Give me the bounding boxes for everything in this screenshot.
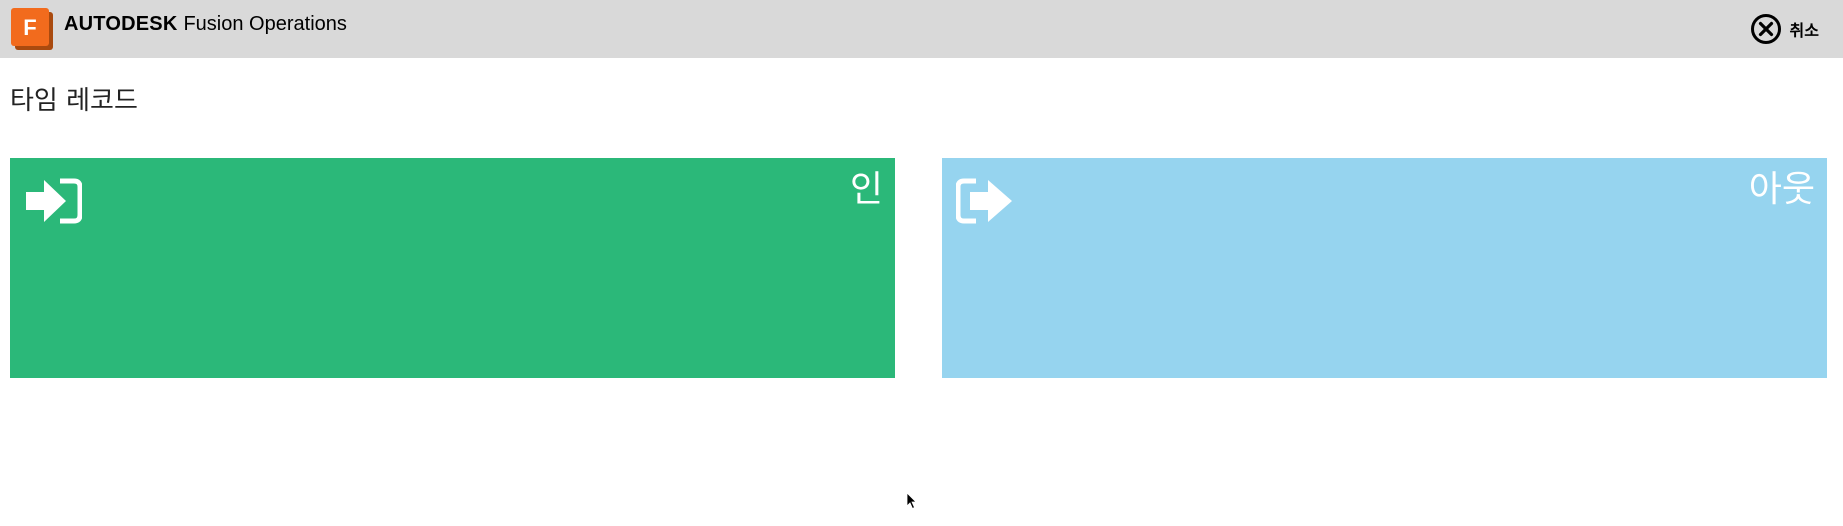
page-title: 타임 레코드: [10, 86, 138, 116]
clock-in-tile[interactable]: 인: [10, 158, 895, 378]
brand-name: AUTODESK: [64, 13, 178, 35]
sign-out-icon: [956, 178, 1012, 224]
clock-in-label: 인: [849, 169, 883, 210]
cancel-button[interactable]: 취소: [1750, 13, 1819, 45]
app-header: F AUTODESK Fusion Operations 취소: [0, 0, 1843, 58]
clock-out-tile[interactable]: 아웃: [942, 158, 1827, 378]
product-name: Fusion Operations: [183, 13, 347, 35]
svg-text:F: F: [23, 15, 36, 40]
fusion-logo-icon: F: [11, 8, 53, 50]
close-circle-icon: [1750, 14, 1781, 44]
brand-title: AUTODESK Fusion Operations: [64, 13, 347, 36]
clock-out-label: 아웃: [1748, 169, 1815, 210]
cancel-label: 취소: [1789, 21, 1819, 40]
sign-in-icon: [26, 178, 82, 224]
mouse-cursor-icon: [906, 492, 917, 510]
